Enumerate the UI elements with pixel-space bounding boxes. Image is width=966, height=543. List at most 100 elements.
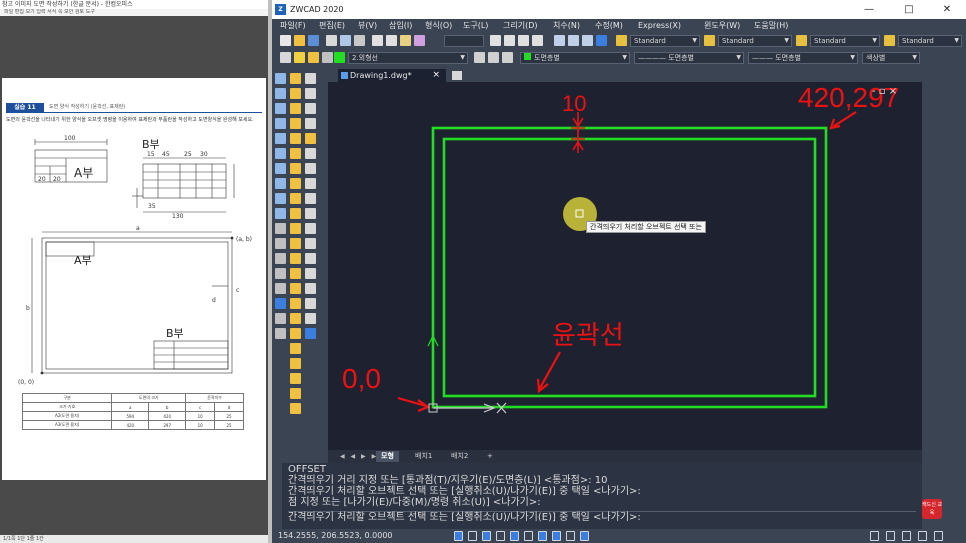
properties-icon[interactable] (554, 35, 565, 46)
dim-style-tool-icon[interactable] (305, 313, 316, 324)
chamfer-icon[interactable] (290, 268, 301, 279)
tool-palette-icon[interactable] (582, 35, 593, 46)
menu-file[interactable]: 파일(F) (280, 19, 306, 33)
menu-view[interactable]: 뷰(V) (358, 19, 377, 33)
quick-props-toggle-icon[interactable] (566, 531, 575, 541)
dim-aligned-icon[interactable] (305, 103, 316, 114)
dim-ordinate-icon[interactable] (305, 133, 316, 144)
dim-angular-icon[interactable] (305, 178, 316, 189)
open-file-icon[interactable] (294, 35, 305, 46)
matchprop-icon[interactable] (290, 388, 301, 399)
ray-icon[interactable] (275, 88, 286, 99)
region-icon[interactable] (275, 298, 286, 309)
publish-icon[interactable] (354, 35, 365, 46)
layer-previous-icon[interactable] (488, 52, 499, 63)
linetype-dropdown[interactable]: ———— 도면층별 ▼ (634, 52, 744, 64)
offset-icon[interactable] (290, 118, 301, 129)
copy-object-icon[interactable] (290, 88, 301, 99)
make-current-icon[interactable] (474, 52, 485, 63)
viewport-controls[interactable]: - ▫ × (872, 86, 897, 97)
spline-icon[interactable] (275, 178, 286, 189)
extend-icon[interactable] (290, 223, 301, 234)
trim-icon[interactable] (290, 208, 301, 219)
otrack-toggle-icon[interactable] (524, 531, 533, 541)
help-icon[interactable] (596, 35, 607, 46)
join-icon[interactable] (290, 253, 301, 264)
layer-match-icon[interactable] (502, 52, 513, 63)
text-style-dropdown[interactable]: Standard ▼ (630, 35, 700, 47)
tab-layout1[interactable]: 배치1 (410, 451, 437, 462)
scale-icon[interactable] (290, 178, 301, 189)
close-button[interactable]: ✕ (930, 0, 964, 19)
break-icon[interactable] (290, 238, 301, 249)
new-tab-icon[interactable] (452, 71, 462, 80)
stretch-icon[interactable] (290, 193, 301, 204)
properties-tool-icon[interactable] (290, 403, 301, 414)
lengthen-icon[interactable] (290, 313, 301, 324)
osnap-toggle-icon[interactable] (510, 531, 519, 541)
divide-icon[interactable] (290, 343, 301, 354)
polygon-icon[interactable] (275, 118, 286, 129)
explode-icon[interactable] (290, 298, 301, 309)
paste-icon[interactable] (400, 35, 411, 46)
menu-dimension[interactable]: 치수(N) (553, 19, 580, 33)
workspace-gear-icon[interactable] (902, 531, 911, 541)
snap-toggle-icon[interactable] (454, 531, 463, 541)
fillet-icon[interactable] (290, 283, 301, 294)
dim-linear-icon[interactable] (305, 88, 316, 99)
plot-style-dropdown[interactable]: 색상별 ▼ (862, 52, 920, 64)
inner-border-rect[interactable] (442, 137, 817, 398)
polyline-icon[interactable] (275, 103, 286, 114)
ellipse-arc-icon[interactable] (275, 208, 286, 219)
zoom-window-icon[interactable] (518, 35, 529, 46)
ellipse-icon[interactable] (275, 193, 286, 204)
new-file-icon[interactable] (280, 35, 291, 46)
array-icon[interactable] (290, 133, 301, 144)
erase-icon[interactable] (290, 73, 301, 84)
menu-edit[interactable]: 편집(E) (319, 19, 345, 33)
move-icon[interactable] (290, 148, 301, 159)
menu-help[interactable]: 도움말(H) (754, 19, 788, 33)
command-window[interactable]: OFFSET 간격띄우기 거리 지정 또는 [통과점(T)/지우기(E)/도면층… (282, 463, 922, 529)
annotation-visibility-icon[interactable] (886, 531, 895, 541)
menu-insert[interactable]: 삽입(I) (389, 19, 412, 33)
measure-icon[interactable] (290, 358, 301, 369)
menu-draw[interactable]: 그리기(D) (503, 19, 537, 33)
mirror-icon[interactable] (290, 103, 301, 114)
menu-tools[interactable]: 도구(L) (463, 19, 488, 33)
viewer-menubar[interactable]: 파일 편집 보기 입력 서식 쪽 보안 검토 도구 (0, 9, 268, 16)
selection-cycle-toggle-icon[interactable] (580, 531, 589, 541)
dim-diameter-icon[interactable] (305, 163, 316, 174)
match-prop-icon[interactable] (414, 35, 425, 46)
menu-express[interactable]: Express(X) (638, 19, 681, 33)
mtext-icon[interactable] (275, 328, 286, 339)
mleader-style-dropdown[interactable]: Standard ▼ (898, 35, 962, 47)
cut-icon[interactable] (372, 35, 383, 46)
lineweight-dropdown[interactable]: ——— 도면층별 ▼ (748, 52, 858, 64)
menu-format[interactable]: 형식(O) (425, 19, 452, 33)
layout-nav-arrows-icon[interactable]: ◀ ◀ ▶ ▶ (340, 450, 378, 463)
point-icon[interactable] (275, 253, 286, 264)
drawing-canvas[interactable]: 10 420,297 윤곽선 0,0 (328, 82, 922, 450)
menu-modify[interactable]: 수정(M) (595, 19, 623, 33)
annotation-scale-icon[interactable] (870, 531, 879, 541)
eraser-icon[interactable] (305, 73, 316, 84)
tab-model[interactable]: 모형 (376, 451, 399, 462)
align-icon[interactable] (290, 328, 301, 339)
layer-manager-icon[interactable] (280, 52, 291, 63)
table-icon[interactable] (275, 313, 286, 324)
tab-layout2[interactable]: 배치2 (446, 451, 473, 462)
maximize-button[interactable]: □ (892, 0, 926, 19)
dim-update-icon[interactable] (305, 298, 316, 309)
table-style-dropdown[interactable]: Standard ▼ (810, 35, 880, 47)
arc-icon[interactable] (275, 148, 286, 159)
dim-continue-icon[interactable] (305, 223, 316, 234)
hatch-icon[interactable] (275, 268, 286, 279)
rectangle-icon[interactable] (275, 133, 286, 144)
color-dropdown[interactable]: 도면층별 ▼ (520, 52, 630, 64)
copy-icon[interactable] (386, 35, 397, 46)
save-icon[interactable] (308, 35, 319, 46)
menu-window[interactable]: 윈도우(W) (704, 19, 740, 33)
center-mark-icon[interactable] (305, 253, 316, 264)
gradient-icon[interactable] (275, 283, 286, 294)
